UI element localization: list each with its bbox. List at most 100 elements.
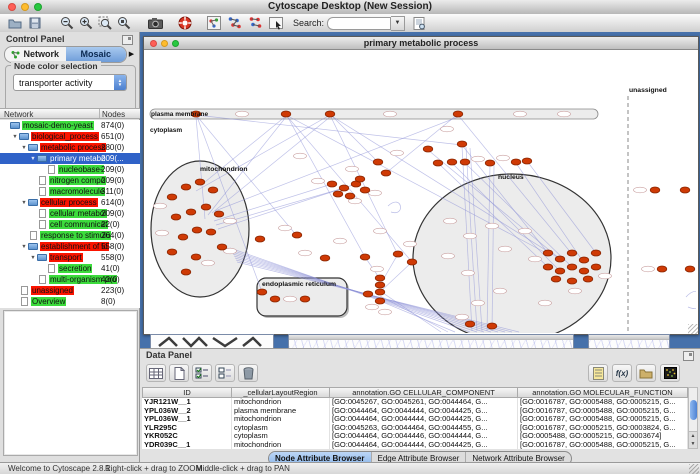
save-session-button[interactable]: [27, 16, 42, 31]
tree-expander-icon[interactable]: ▼: [20, 244, 28, 250]
network-node: [657, 266, 667, 272]
tree-row[interactable]: Overview8(0): [0, 296, 140, 307]
background-window-fragment[interactable]: [588, 334, 670, 348]
tree-row-label: cell communicat: [49, 220, 108, 229]
tree-row-node-count: 209(...: [101, 154, 124, 163]
tree-header-nodes: Nodes: [102, 110, 125, 119]
zoom-fit-icon[interactable]: [116, 16, 131, 31]
table-row[interactable]: YLR295Ccytoplasm[GO:0045263, GO:0044464,…: [142, 424, 688, 433]
attribute-table-header[interactable]: ID_cellularLayoutRegionannotation.GO CEL…: [142, 387, 688, 398]
search-dropdown-arrow-icon[interactable]: ▼: [391, 16, 405, 31]
network-self-loop-edge: [686, 291, 696, 308]
node-color-dropdown[interactable]: transporter activity ▲▼: [13, 74, 127, 91]
folder-icon: [28, 199, 38, 206]
annotation-icon[interactable]: [268, 16, 283, 31]
delete-attribute-trash-icon[interactable]: [238, 364, 258, 382]
tree-row[interactable]: ▼establishment of lo558(0): [0, 241, 140, 252]
open-session-button[interactable]: [7, 16, 22, 31]
table-column-header[interactable]: ID: [142, 387, 232, 398]
table-row[interactable]: YPL036W__1mitochondrion[GO:0044464, GO:0…: [142, 415, 688, 424]
network-window-titlebar[interactable]: primary metabolic process: [144, 37, 698, 50]
float-data-panel-icon[interactable]: [683, 351, 694, 361]
background-window-fragment[interactable]: [150, 334, 274, 348]
tree-row-label: primary metabo: [49, 154, 107, 163]
tab-overflow-arrow-icon[interactable]: ▶: [127, 50, 136, 58]
folder-icon: [37, 254, 47, 261]
tab-mosaic[interactable]: Mosaic: [66, 47, 127, 62]
import-attributes-folder-icon[interactable]: [636, 364, 656, 382]
tree-row[interactable]: multi-organism pro42(0): [0, 274, 140, 285]
tree-row[interactable]: ▼transport558(0): [0, 252, 140, 263]
network-node: [465, 321, 475, 327]
table-row[interactable]: YPL036W__2plasma membrane[GO:0044464, GO…: [142, 407, 688, 416]
zoom-out-icon[interactable]: [59, 16, 74, 31]
tree-header-divider[interactable]: [99, 109, 100, 118]
tree-row[interactable]: ▼biological_process651(0): [0, 131, 140, 142]
import-attributes-icon[interactable]: [248, 16, 263, 31]
tree-row[interactable]: unassigned223(0): [0, 285, 140, 296]
network-node: [327, 181, 337, 187]
network-edge: [196, 115, 462, 145]
table-row[interactable]: YDR039C__1mitochondrion[GO:0044464, GO:0…: [142, 441, 688, 450]
tree-row[interactable]: ▼ primary metabo209(...: [0, 153, 140, 164]
table-column-header[interactable]: annotation.GO CELLULAR_COMPONENT: [330, 387, 518, 398]
attribute-report-icon[interactable]: [588, 364, 608, 382]
tree-expander-icon[interactable]: ▼: [20, 200, 28, 206]
tree-row-node-count: 614(0): [101, 198, 124, 207]
table-row[interactable]: YKR052Ccytoplasm[GO:0044464, GO:0044446,…: [142, 432, 688, 441]
tree-expander-icon[interactable]: ▼: [29, 255, 37, 261]
tree-row[interactable]: macromolecule311(0): [0, 186, 140, 197]
search-input[interactable]: [327, 17, 391, 30]
tree-expander-icon[interactable]: ▼: [29, 156, 37, 162]
attribute-table-icon[interactable]: [146, 364, 166, 382]
zoom-selected-icon[interactable]: [97, 16, 112, 31]
advanced-search-icon[interactable]: [412, 16, 427, 31]
network-node: [345, 193, 355, 199]
table-column-header[interactable]: annotation.GO MOLECULAR_FUNCTION: [518, 387, 688, 398]
table-column-header[interactable]: _cellularLayoutRegion: [232, 387, 330, 398]
tree-row-label: secretion: [58, 264, 92, 273]
tree-row[interactable]: mosaic-demo-yeast874(0): [0, 120, 140, 131]
tree-row[interactable]: nitrogen compo209(0): [0, 175, 140, 186]
network-view-window[interactable]: primary metabolic process plasma membran…: [143, 36, 699, 335]
matrix-view-icon[interactable]: [660, 364, 680, 382]
tree-row[interactable]: ▼metabolic process280(0): [0, 142, 140, 153]
snapshot-camera-icon[interactable]: [148, 16, 163, 31]
table-scrollbar[interactable]: ▲▼: [688, 387, 698, 449]
tree-expander-icon[interactable]: ▼: [20, 145, 28, 151]
status-pan-hint: Middle-click + drag to PAN: [196, 464, 290, 473]
manage-networks-icon[interactable]: [206, 16, 221, 31]
tree-expander-icon[interactable]: ▼: [11, 134, 19, 140]
unselect-attributes-icon[interactable]: [215, 364, 235, 382]
tree-row[interactable]: response to stimulu264(0): [0, 230, 140, 241]
new-attribute-icon[interactable]: [169, 364, 189, 382]
tree-row[interactable]: nucleobase-209(0): [0, 164, 140, 175]
network-window-resize-grip[interactable]: [688, 324, 698, 334]
select-attributes-icon[interactable]: [192, 364, 212, 382]
tree-row-node-count: 209(0): [101, 176, 124, 185]
scrollbar-thumb[interactable]: [690, 400, 697, 420]
tree-row[interactable]: cell communicat22(0): [0, 219, 140, 230]
network-canvas[interactable]: plasma membranecytoplasmmitochondrionnuc…: [144, 50, 696, 333]
tree-row[interactable]: ▼cellular process614(0): [0, 197, 140, 208]
table-cell-id: YJR121W__1: [142, 398, 232, 407]
background-window-fragment[interactable]: [288, 334, 574, 348]
import-network-icon[interactable]: [227, 16, 242, 31]
zoom-in-icon[interactable]: [78, 16, 93, 31]
help-lifering-icon[interactable]: [177, 16, 192, 31]
table-cell-molecular: [GO:0016787, GO:0005488, GO:0005215, G..…: [518, 415, 688, 424]
tree-row[interactable]: secretion41(0): [0, 263, 140, 274]
network-node: [433, 160, 443, 166]
tree-header[interactable]: Network Nodes: [0, 108, 140, 119]
network-overview-panel[interactable]: [3, 310, 138, 456]
tree-row[interactable]: cellular metabol209(0): [0, 208, 140, 219]
window-resize-grip[interactable]: [689, 464, 699, 474]
function-builder-icon[interactable]: f(x): [612, 364, 632, 382]
scrollbar-arrows[interactable]: ▲▼: [689, 431, 697, 448]
float-control-panel-icon[interactable]: [122, 35, 133, 45]
table-row[interactable]: YJR121W__1mitochondrion[GO:0045267, GO:0…: [142, 398, 688, 407]
tab-network[interactable]: Network: [5, 47, 66, 62]
node-label-oval: [334, 238, 347, 244]
node-label-oval: [299, 250, 312, 256]
network-node: [186, 209, 196, 215]
